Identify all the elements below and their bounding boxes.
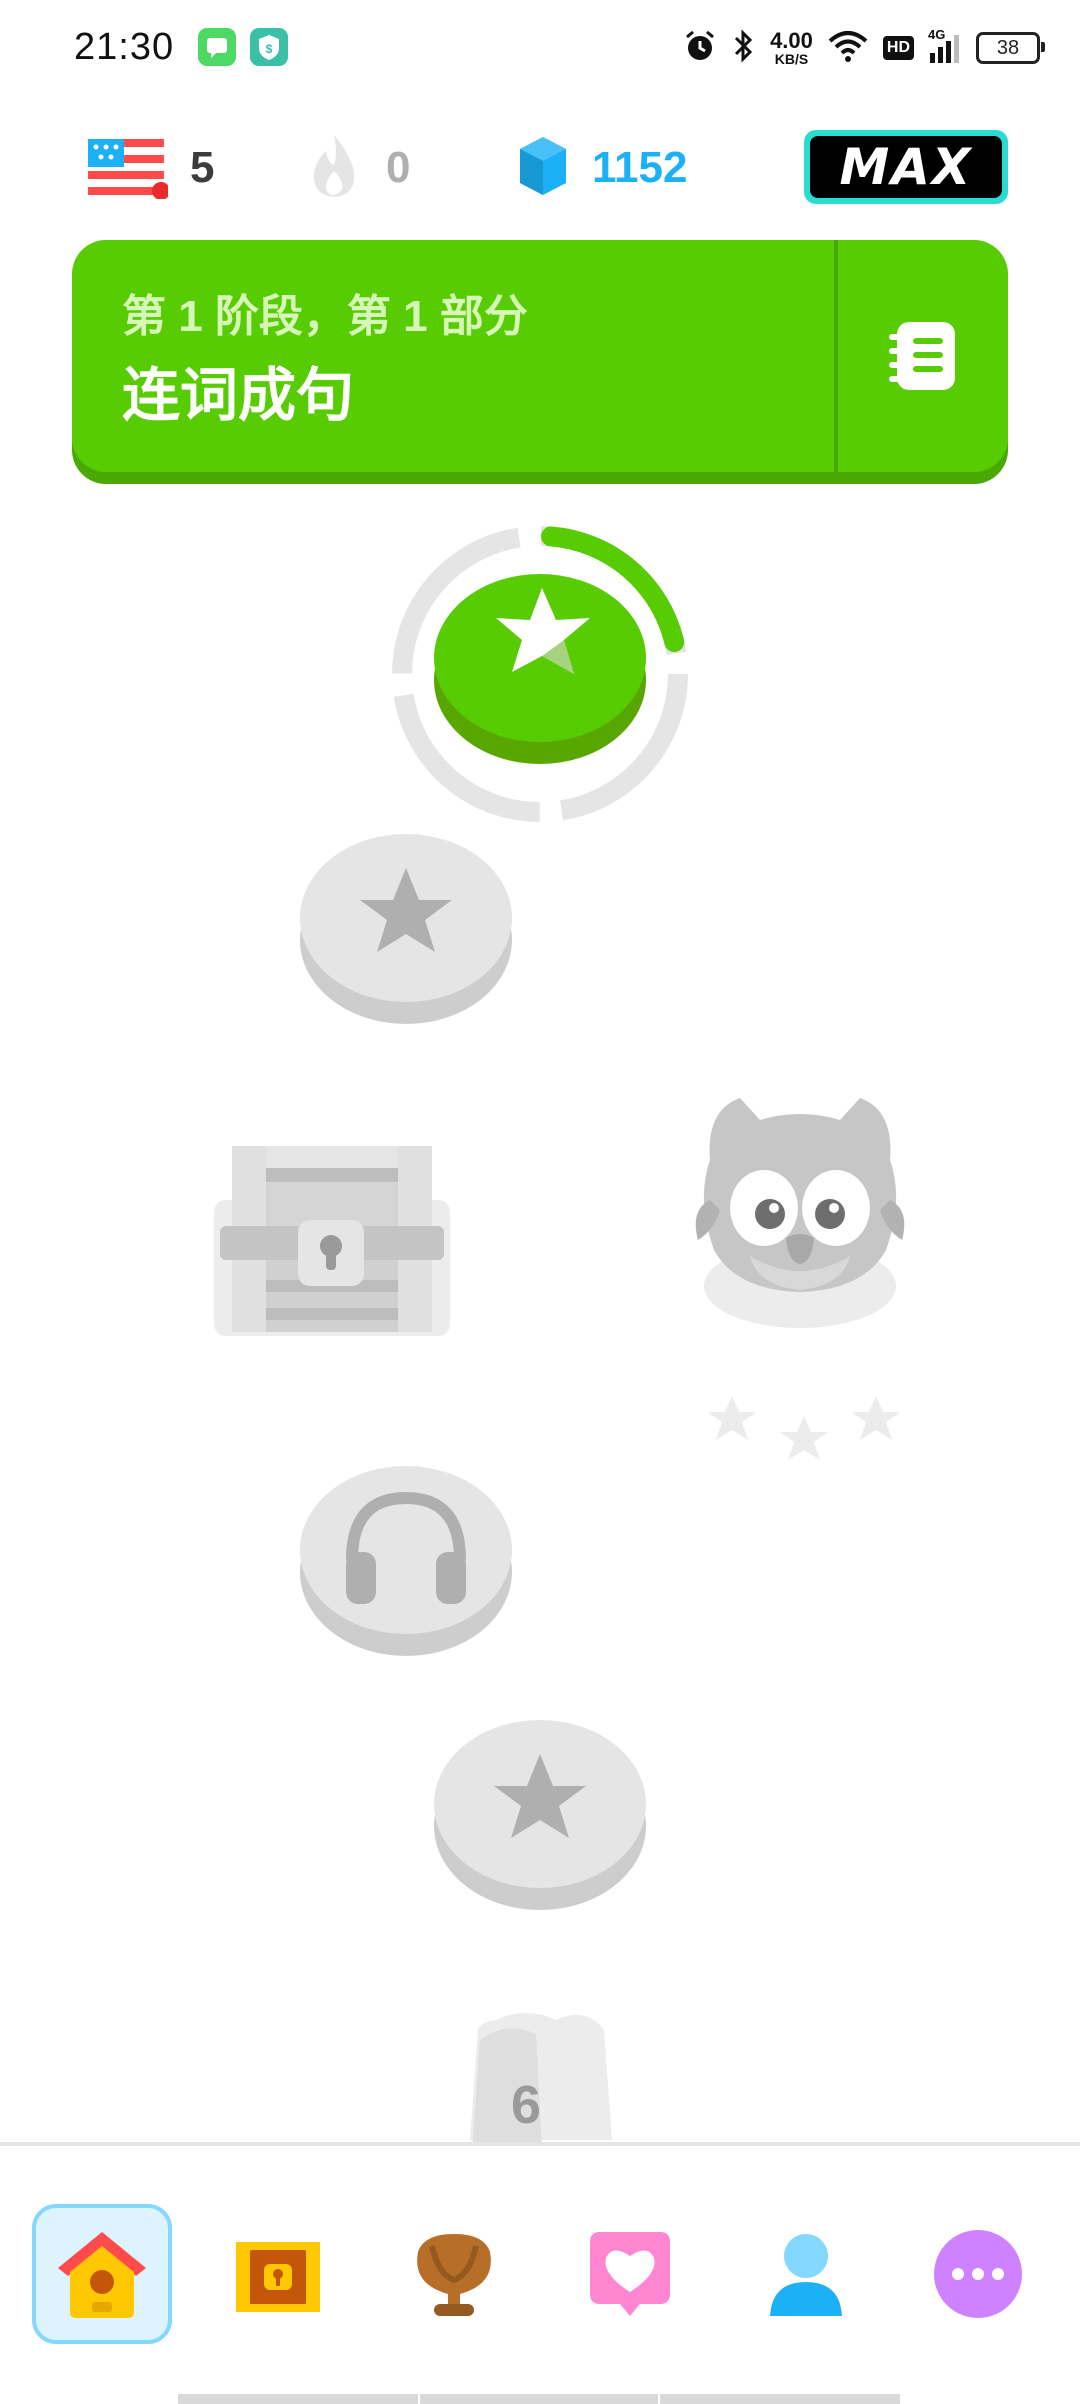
system-nav-bar-segment <box>420 2394 658 2404</box>
security-app-icon: $ <box>250 28 288 66</box>
cellular-signal-icon: 4G <box>928 27 962 65</box>
nav-more[interactable] <box>908 2204 1048 2344</box>
duo-character <box>690 1090 910 1330</box>
notebook-icon <box>883 314 963 399</box>
svg-text:$: $ <box>266 42 273 56</box>
flame-icon <box>304 131 364 206</box>
locked-lesson-node-2[interactable] <box>434 1714 646 1910</box>
trophy-icon <box>417 2234 491 2316</box>
nav-health[interactable] <box>560 2204 700 2344</box>
home-icon <box>58 2232 146 2318</box>
more-icon <box>934 2230 1022 2318</box>
bottom-navigation <box>0 2142 1080 2404</box>
unit-number: 6 <box>510 2075 542 2135</box>
nav-quests[interactable] <box>208 2204 348 2344</box>
gems-count: 1152 <box>592 143 688 192</box>
gems-counter[interactable]: 1152 <box>516 132 687 204</box>
alarm-icon <box>682 28 718 69</box>
course-selector[interactable]: 5 <box>86 132 214 204</box>
gem-icon <box>516 133 570 204</box>
network-speed: 4.00 KB/S <box>770 28 813 67</box>
status-bar: 21:30 $ 4.00 KB/S HD 4G 38 <box>0 0 1080 96</box>
messages-app-icon <box>198 28 236 66</box>
battery-level: 38 <box>996 36 1020 59</box>
max-label: MAX <box>810 136 1002 198</box>
section-title: 连词成句 <box>122 363 355 428</box>
signal-label: 4G <box>928 27 946 42</box>
guidebook-button[interactable] <box>838 240 1008 472</box>
duo-stars <box>700 1390 910 1470</box>
battery-indicator: 38 <box>976 32 1045 64</box>
bluetooth-icon <box>732 28 756 69</box>
network-speed-unit: KB/S <box>774 51 809 67</box>
system-nav-bar-segment <box>178 2394 418 2404</box>
locked-lesson-node[interactable] <box>300 828 512 1024</box>
hd-badge: HD <box>882 36 914 60</box>
max-subscription-badge[interactable]: MAX <box>804 130 1008 204</box>
wifi-icon <box>827 29 869 68</box>
section-subtitle: 第 1 阶段，第 1 部分 <box>122 292 528 341</box>
us-flag-icon <box>86 133 170 204</box>
streak-counter[interactable]: 0 <box>304 132 410 204</box>
nav-leagues[interactable] <box>384 2204 524 2344</box>
treasure-chest-node[interactable] <box>212 1140 452 1340</box>
active-lesson-node[interactable] <box>390 524 690 824</box>
nav-home[interactable] <box>32 2204 172 2344</box>
status-time: 21:30 <box>74 26 175 68</box>
heart-message-icon <box>590 2232 670 2316</box>
profile-icon <box>770 2234 842 2316</box>
system-nav-bar-segment <box>660 2394 900 2404</box>
locked-listening-node[interactable] <box>300 1460 512 1656</box>
section-banner[interactable]: 第 1 阶段，第 1 部分 连词成句 <box>72 240 1008 472</box>
streak-count: 0 <box>386 143 411 192</box>
treasure-chest-icon <box>236 2242 320 2312</box>
unit-trophy-node[interactable]: 6 <box>466 2010 616 2142</box>
treasure-chest-icon <box>214 1146 450 1336</box>
active-lesson-button[interactable] <box>434 568 646 764</box>
nav-profile[interactable] <box>736 2204 876 2344</box>
network-speed-value: 4.00 <box>770 28 813 53</box>
course-count: 5 <box>190 143 215 192</box>
